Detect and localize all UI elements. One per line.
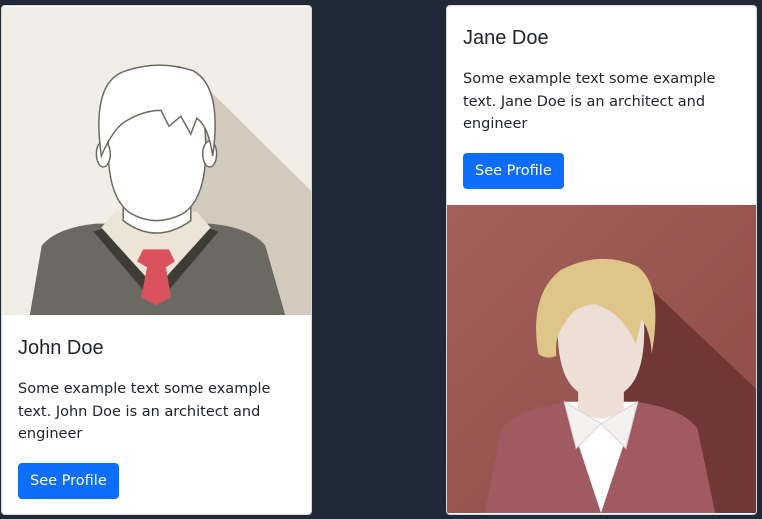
card-text: Some example text some example text. Joh…	[18, 381, 271, 442]
see-profile-button[interactable]: See Profile	[463, 152, 564, 189]
card-title: John Doe	[18, 337, 104, 359]
card-body: Jane Doe Some example text some example …	[447, 6, 756, 204]
profile-card-john: John Doe Some example text some example …	[1, 5, 312, 515]
male-avatar-image	[2, 6, 311, 316]
card-text: Some example text some example text. Jan…	[463, 71, 716, 132]
see-profile-button[interactable]: See Profile	[18, 462, 119, 499]
profile-card-jane: Jane Doe Some example text some example …	[446, 5, 757, 515]
card-body: John Doe Some example text some example …	[2, 316, 311, 499]
female-avatar-image	[447, 204, 756, 513]
card-title: Jane Doe	[463, 27, 549, 49]
